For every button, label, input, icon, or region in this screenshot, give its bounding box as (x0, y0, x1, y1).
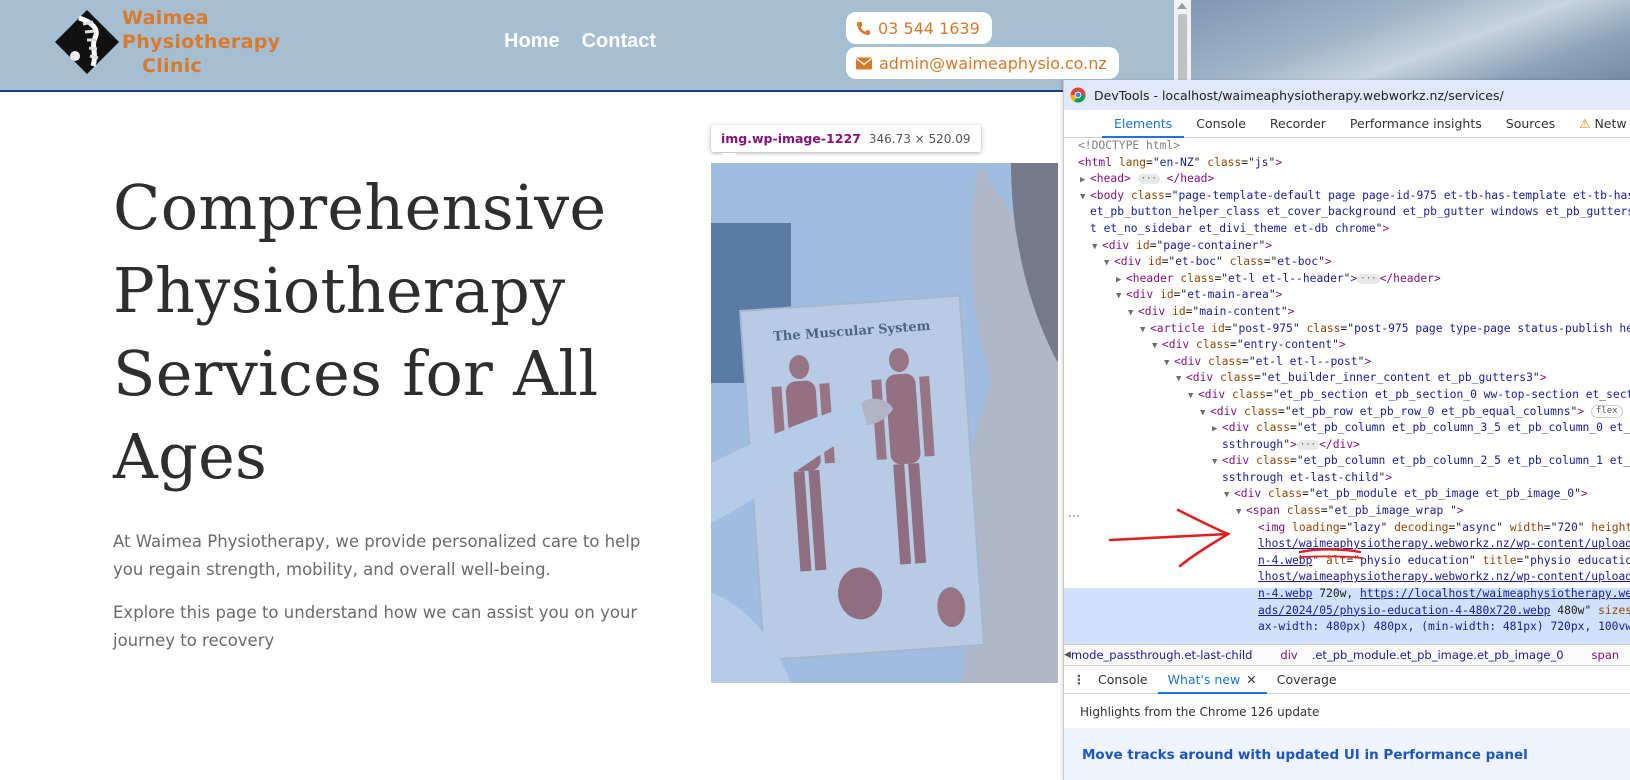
scroll-up-arrow[interactable] (1177, 3, 1187, 9)
tab-elements[interactable]: Elements (1102, 110, 1185, 138)
dom-node[interactable]: ▶ <div class="et_pb_column et_pb_column_3… (1064, 420, 1630, 437)
logo-icon (55, 10, 119, 74)
tab-recorder[interactable]: Recorder (1258, 110, 1338, 138)
physio-education-image[interactable]: The Muscular System (711, 163, 1058, 683)
dom-node[interactable]: <html lang="en-NZ" class="js"> (1064, 155, 1630, 172)
main-nav: Home Contact (504, 30, 656, 53)
dom-node-continued: lhost/waimeaphysiotherapy.webworkz.nz/wp… (1258, 537, 1630, 551)
whats-new-card: Move tracks around with updated UI in Pe… (1064, 728, 1630, 780)
dom-node[interactable]: ▼ <div id="main-content"> (1064, 304, 1630, 321)
tooltip-arrow (721, 153, 737, 161)
whats-new-panel: Highlights from the Chrome 126 update Mo… (1064, 694, 1630, 780)
dom-node[interactable]: <!DOCTYPE html> (1064, 138, 1630, 155)
explore-paragraph: Explore this page to understand how we c… (113, 603, 638, 650)
phone-icon (856, 21, 871, 35)
dom-node[interactable]: ▼ <body class="page-template-default page… (1064, 188, 1630, 205)
breadcrumb-class: mode_passthrough.et-last-child (1070, 648, 1253, 662)
dom-node-continued: ssthrough"> ··· </div> (1222, 437, 1360, 451)
dom-node-continued: et_pb_button_helper_class et_cover_backg… (1090, 205, 1630, 219)
breadcrumb-item[interactable]: div .et_pb_module.et_pb_image.et_pb_image… (1280, 648, 1577, 662)
dom-node-selected[interactable]: <img loading="lazy" decoding="async" wid… (1064, 520, 1630, 537)
logo-line: Physiotherapy (122, 31, 281, 53)
dom-node[interactable]: ▼ <div class="entry-content"> (1064, 337, 1630, 354)
breadcrumb-tag: span (1591, 648, 1620, 662)
drawer-tabbar: ⋮ Console What's new ✕ Coverage (1064, 666, 1630, 694)
breadcrumb-scroll-left-icon[interactable]: ◀ (1064, 650, 1071, 660)
dom-node-continued: lhost/waimeaphysiotherapy.webworkz.nz/wp… (1258, 570, 1630, 584)
inspect-highlight-overlay (711, 163, 1058, 683)
tab-sources[interactable]: Sources (1494, 110, 1567, 138)
dom-node[interactable]: ▶ <head> ··· </head> (1064, 171, 1630, 188)
title-line: Comprehensive (113, 171, 607, 244)
breadcrumb-item[interactable]: mode_passthrough.et-last-child (1071, 648, 1266, 662)
dom-node-continued: n-4.webp 720w, https://localhost/waimeap… (1258, 587, 1630, 601)
node-actions-icon[interactable]: ··· (1068, 508, 1080, 522)
breadcrumb-class: .et_pb_module.et_pb_image.et_pb_image_0 (1311, 648, 1564, 662)
devtools-tabbar: Elements Console Recorder Performance in… (1064, 110, 1630, 138)
nav-contact-link[interactable]: Contact (582, 30, 656, 53)
tab-network[interactable]: Netw (1567, 110, 1630, 138)
logo-text[interactable]: Waimea Physiotherapy Clinic (122, 6, 280, 78)
dom-node[interactable]: ▼ <div class="et_pb_module et_pb_image et… (1064, 486, 1630, 503)
site-header: Waimea Physiotherapy Clinic Home Contact… (0, 0, 1174, 92)
title-line: Services for All (113, 337, 599, 410)
envelope-icon (856, 57, 872, 69)
drawer-tab-label: What's new (1167, 671, 1241, 687)
dom-node[interactable]: ▼ <div class="et_pb_row et_pb_row_0 et_pb… (1064, 404, 1630, 421)
drawer-tab-console[interactable]: Console (1088, 666, 1158, 694)
email-address: admin@waimeaphysio.co.nz (879, 53, 1107, 73)
dom-node[interactable]: ▶ <header class="et-l et-l--header"> ··· </… (1064, 271, 1630, 288)
dom-node[interactable]: ▼ <div id="et-main-area"> (1064, 287, 1630, 304)
dom-node[interactable]: ▼ <div id="et-boc" class="et-boc"> (1064, 254, 1630, 271)
devtools-titlebar[interactable]: DevTools - localhost/waimeaphysiotherapy… (1064, 80, 1630, 110)
tooltip-selector: img.wp-image-1227 (721, 131, 861, 146)
drawer-tab-whats-new[interactable]: What's new ✕ (1157, 666, 1267, 694)
devtools-window: DevTools - localhost/waimeaphysiotherapy… (1063, 80, 1630, 780)
dom-node[interactable]: ▼ <span class="et_pb_image_wrap "> (1064, 503, 1630, 520)
breadcrumb-item[interactable]: span.et_pb_image_w (1592, 648, 1630, 662)
devtools-title: DevTools - localhost/waimeaphysiotherapy… (1094, 87, 1504, 103)
dom-node[interactable]: ▼ <div class="et_builder_inner_content et… (1064, 370, 1630, 387)
phone-number: 03 544 1639 (878, 18, 980, 38)
dom-node-continued: n-4.webp" alt="physio education" title="… (1258, 553, 1630, 567)
inspect-tooltip: img.wp-image-1227 346.73 × 520.09 (711, 125, 981, 152)
dom-node-continued: ssthrough et-last-child"> (1222, 470, 1393, 484)
page-title: Comprehensive Physiotherapy Services for… (113, 166, 673, 498)
drawer-tab-coverage[interactable]: Coverage (1267, 666, 1347, 694)
scrollbar-thumb[interactable] (1178, 14, 1187, 88)
drawer-menu-icon[interactable]: ⋮ (1070, 672, 1088, 687)
dom-node[interactable]: ▼ <div id="page-container"> (1064, 238, 1630, 255)
nav-home-link[interactable]: Home (504, 30, 560, 53)
dom-node-continued: ads/2024/05/physio-education-4-480x720.w… (1258, 603, 1630, 617)
intro-paragraph: At Waimea Physiotherapy, we provide pers… (113, 532, 641, 579)
breadcrumb-tag: div (1280, 648, 1298, 662)
dom-node[interactable]: ▼ <div class="et_pb_column et_pb_column_2… (1064, 453, 1630, 470)
email-button[interactable]: admin@waimeaphysio.co.nz (846, 47, 1119, 79)
elements-dom-tree[interactable]: <!DOCTYPE html> <html lang="en-NZ" class… (1064, 138, 1630, 644)
dom-node-continued: t et_no_sidebar et_divi_theme et-db chro… (1090, 221, 1390, 235)
title-line: Physiotherapy (113, 254, 566, 327)
close-icon[interactable]: ✕ (1246, 672, 1256, 687)
dom-node-continued: ax-width: 480px) 480px, (min-width: 481p… (1258, 620, 1630, 634)
tooltip-dimensions: 346.73 × 520.09 (868, 132, 971, 146)
dom-node[interactable]: ▼ <div class="et_pb_section et_pb_section… (1064, 387, 1630, 404)
whats-new-heading: Highlights from the Chrome 126 update (1080, 705, 1320, 719)
logo-line: Clinic (142, 55, 203, 77)
tab-console[interactable]: Console (1184, 110, 1258, 138)
chrome-icon (1070, 87, 1086, 103)
title-line: Ages (113, 420, 268, 493)
phone-button[interactable]: 03 544 1639 (846, 12, 992, 44)
dom-breadcrumb: ◀ mode_passthrough.et-last-child div .et_… (1064, 644, 1630, 666)
dom-node[interactable]: ▼ <div class="et-l et-l--post"> (1064, 354, 1630, 371)
dom-node[interactable]: ▼ <article id="post-975" class="post-975 … (1064, 321, 1630, 338)
tab-performance-insights[interactable]: Performance insights (1338, 110, 1494, 138)
whats-new-link[interactable]: Move tracks around with updated UI in Pe… (1082, 747, 1528, 763)
logo-line: Waimea (122, 7, 209, 29)
